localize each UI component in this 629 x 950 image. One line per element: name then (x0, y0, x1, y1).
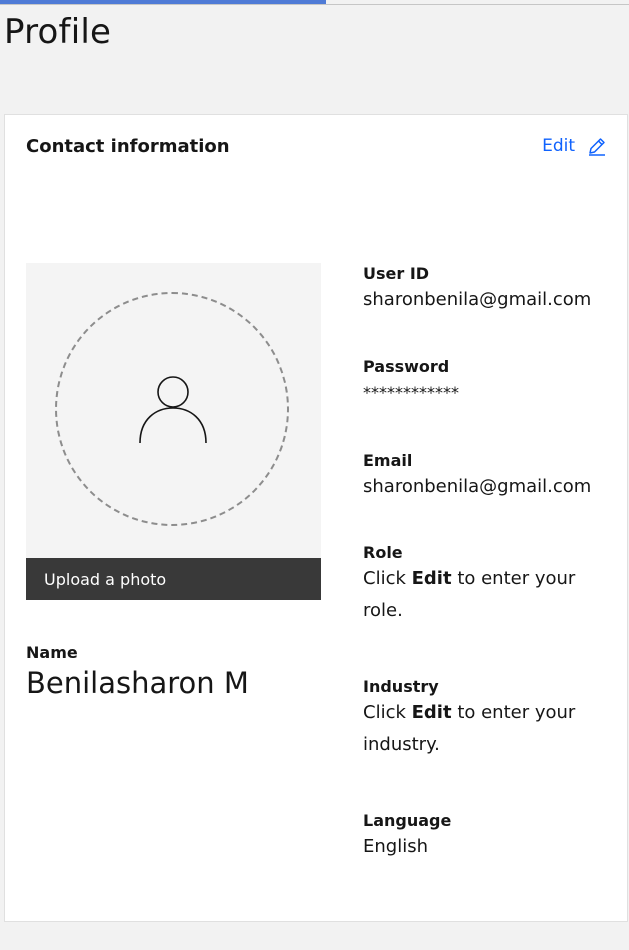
industry-field: Industry Click Edit to enter your indust… (363, 677, 613, 761)
industry-hint: Click Edit to enter your industry. (363, 702, 576, 755)
name-label: Name (26, 643, 78, 662)
role-hint: Click Edit to enter your role. (363, 568, 576, 621)
password-field: Password ************ (363, 357, 613, 409)
language-label: Language (363, 811, 452, 830)
user-id-field: User ID sharonbenila@gmail.com (363, 264, 613, 316)
user-silhouette-icon (139, 376, 207, 444)
language-value: English (363, 836, 428, 857)
language-field: Language English (363, 811, 613, 863)
name-value: Benilasharon M (26, 666, 249, 700)
contact-information-card: Contact information Edit Upload a photo … (4, 114, 628, 922)
email-label: Email (363, 451, 413, 470)
card-title: Contact information (26, 136, 230, 157)
page-title: Profile (4, 12, 112, 52)
user-id-label: User ID (363, 264, 430, 283)
upload-photo-button[interactable]: Upload a photo (26, 558, 321, 600)
role-label: Role (363, 543, 403, 562)
role-field: Role Click Edit to enter your role. (363, 543, 613, 627)
edit-button[interactable]: Edit (542, 136, 607, 156)
email-value: sharonbenila@gmail.com (363, 476, 592, 497)
name-field: Name Benilasharon M (26, 643, 249, 703)
industry-label: Industry (363, 677, 439, 696)
password-value: ************ (363, 383, 459, 402)
loading-progress-fill (0, 0, 326, 4)
password-label: Password (363, 357, 450, 376)
edit-label: Edit (542, 136, 575, 156)
email-field: Email sharonbenila@gmail.com (363, 451, 613, 503)
pencil-icon (589, 138, 605, 156)
profile-photo-area[interactable]: Upload a photo (26, 263, 321, 600)
loading-progress-bar (0, 0, 629, 5)
user-id-value: sharonbenila@gmail.com (363, 289, 592, 310)
